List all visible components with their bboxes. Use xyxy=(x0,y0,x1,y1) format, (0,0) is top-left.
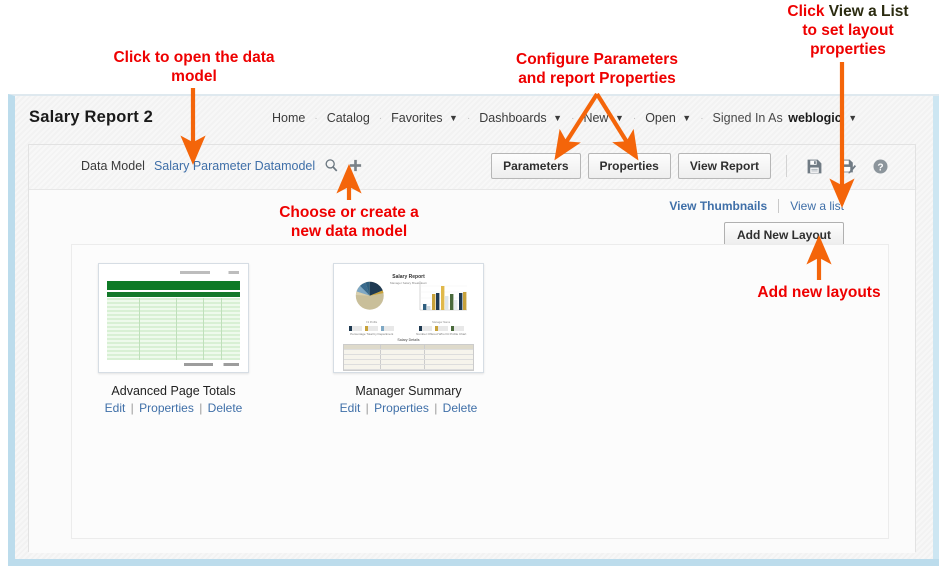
annotation-view-a-list-click: Click xyxy=(787,3,829,20)
annotation-choose-data-model: Choose or create a new data model xyxy=(279,204,419,240)
annotation-configure-parameters: Configure Parameters and report Properti… xyxy=(516,51,678,87)
annotation-open-data-model: Click to open the data model xyxy=(113,49,275,85)
annotation-view-a-list: Click View a List to set layout properti… xyxy=(758,2,938,59)
annotation-view-a-list-target: View a List xyxy=(828,3,909,20)
annotation-view-a-list-rest: to set layout properties xyxy=(802,22,894,58)
annotation-add-new-layouts: Add new layouts xyxy=(757,284,881,301)
